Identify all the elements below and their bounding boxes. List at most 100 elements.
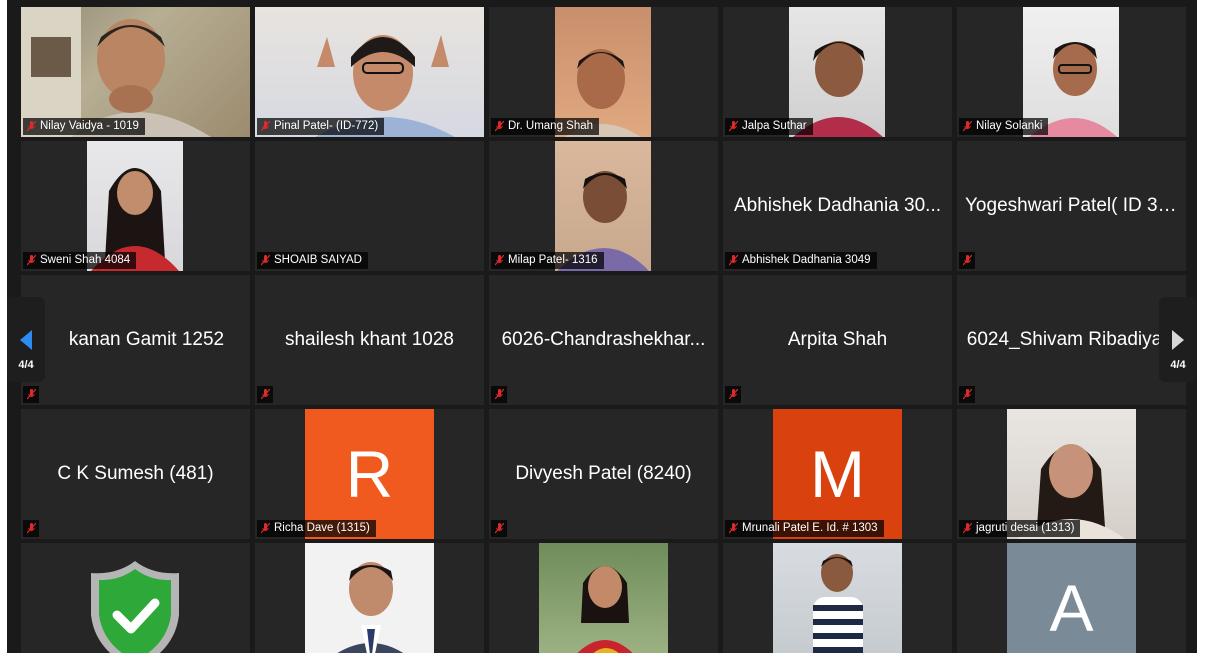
muted-mic-icon <box>27 255 36 266</box>
participant-display-name: 6026-Chandrashekhar... <box>501 329 706 350</box>
participant-name: Nilay Solanki <box>976 120 1043 132</box>
participant-name-label: Mrunali Patel E. Id. # 1303 <box>725 520 884 537</box>
previous-page-button[interactable]: 4/4 <box>7 297 45 382</box>
participant-name: Sweni Shah 4084 <box>40 254 131 266</box>
muted-mic-icon <box>261 389 270 400</box>
participant-tile[interactable]: Arpita Shah <box>723 275 952 405</box>
participant-tile[interactable]: M Mrunali Patel E. Id. # 1303 <box>723 409 952 539</box>
participant-tile[interactable] <box>21 543 250 653</box>
participant-name-label: jagruti desai (1313) <box>959 520 1081 537</box>
participant-name: Abhishek Dadhania 3049 <box>742 254 871 266</box>
participant-tile[interactable]: Nilay Solanki <box>957 7 1186 137</box>
participant-name: Pinal Patel- (ID-772) <box>274 120 379 132</box>
participant-name-label: Dr. Umang Shah <box>491 118 600 135</box>
muted-mic-icon <box>729 121 738 132</box>
muted-mic-icon <box>963 255 972 266</box>
participant-name: SHOAIB SAIYAD <box>274 254 362 266</box>
participant-video <box>539 543 668 653</box>
participant-name-label: Richa Dave (1315) <box>257 520 376 537</box>
participant-name-label <box>23 386 39 403</box>
participant-tile[interactable]: 6026-Chandrashekhar... <box>489 275 718 405</box>
participant-tile[interactable] <box>255 543 484 653</box>
participant-name: Jalpa Suthar <box>742 120 807 132</box>
muted-mic-icon <box>27 523 36 534</box>
participant-display-name: Divyesh Patel (8240) <box>515 463 692 484</box>
page-indicator: 4/4 <box>18 359 34 371</box>
participant-tile[interactable]: Yogeshwari Patel( ID 31... <box>957 141 1186 271</box>
participant-name-label <box>257 386 273 403</box>
participant-tile[interactable]: Nilay Vaidya - 1019 <box>21 7 250 137</box>
participant-name-label: Pinal Patel- (ID-772) <box>257 118 385 135</box>
participant-display-name: 6024_Shivam Ribadiya <box>966 329 1163 350</box>
participant-name-label <box>491 520 507 537</box>
person-video-image <box>337 562 404 653</box>
participant-video <box>305 543 434 653</box>
participant-name: jagruti desai (1313) <box>976 522 1075 534</box>
participant-display-name: Yogeshwari Patel( ID 31... <box>965 195 1184 216</box>
participant-tile[interactable] <box>723 543 952 653</box>
participant-tile[interactable]: Abhishek Dadhania 30... Abhishek Dadhani… <box>723 141 952 271</box>
participant-display-name: shailesh khant 1028 <box>284 329 454 350</box>
participant-display-name: kanan Gamit 1252 <box>68 329 225 350</box>
participant-name-label <box>491 386 507 403</box>
muted-mic-icon <box>495 255 504 266</box>
participant-tile[interactable]: Dr. Umang Shah <box>489 7 718 137</box>
participant-name-label <box>959 386 975 403</box>
participant-tile[interactable]: SHOAIB SAIYAD <box>255 141 484 271</box>
muted-mic-icon <box>27 121 36 132</box>
person-video-image <box>813 554 863 653</box>
participant-name: Mrunali Patel E. Id. # 1303 <box>742 522 878 534</box>
participant-name: Nilay Vaidya - 1019 <box>40 120 139 132</box>
muted-mic-icon <box>963 389 972 400</box>
participant-tile[interactable]: jagruti desai (1313) <box>957 409 1186 539</box>
muted-mic-icon <box>261 523 270 534</box>
participant-name-label: Nilay Solanki <box>959 118 1049 135</box>
muted-mic-icon <box>495 389 504 400</box>
muted-mic-icon <box>261 255 270 266</box>
participant-tile[interactable]: Divyesh Patel (8240) <box>489 409 718 539</box>
participant-name-label: Nilay Vaidya - 1019 <box>23 118 145 135</box>
participant-name: Dr. Umang Shah <box>508 120 594 132</box>
participant-video <box>773 543 902 653</box>
muted-mic-icon <box>963 121 972 132</box>
participant-display-name: C K Sumesh (481) <box>57 463 214 484</box>
participant-tile[interactable]: A <box>957 543 1186 653</box>
participant-display-name: Arpita Shah <box>787 329 888 350</box>
person-video-image <box>577 566 633 653</box>
muted-mic-icon <box>495 523 504 534</box>
chevron-left-icon <box>20 330 32 350</box>
muted-mic-icon <box>261 121 270 132</box>
participant-name-label <box>725 386 741 403</box>
participant-name-label: Jalpa Suthar <box>725 118 813 135</box>
participant-tile[interactable]: kanan Gamit 1252 <box>21 275 250 405</box>
chevron-right-icon <box>1172 330 1184 350</box>
participant-name-label: Abhishek Dadhania 3049 <box>725 252 877 269</box>
muted-mic-icon <box>729 523 738 534</box>
muted-mic-icon <box>495 121 504 132</box>
participant-display-name: Abhishek Dadhania 30... <box>733 195 942 216</box>
participant-name-label: SHOAIB SAIYAD <box>257 252 368 269</box>
participant-tile[interactable]: 6024_Shivam Ribadiya <box>957 275 1186 405</box>
muted-mic-icon <box>963 523 972 534</box>
participant-tile[interactable]: C K Sumesh (481) <box>21 409 250 539</box>
participant-tile[interactable] <box>489 543 718 653</box>
page-indicator: 4/4 <box>1170 359 1186 371</box>
video-gallery: Nilay Vaidya - 1019 Pinal Patel- (ID-772… <box>7 0 1197 653</box>
participant-tile[interactable]: Milap Patel- 1316 <box>489 141 718 271</box>
muted-mic-icon <box>729 389 738 400</box>
muted-mic-icon <box>27 389 36 400</box>
participant-name-label: Sweni Shah 4084 <box>23 252 137 269</box>
next-page-button[interactable]: 4/4 <box>1159 297 1197 382</box>
participant-name: Milap Patel- 1316 <box>508 254 598 266</box>
participant-tile[interactable]: Jalpa Suthar <box>723 7 952 137</box>
shield-check-icon <box>91 561 179 653</box>
participant-tile[interactable]: R Richa Dave (1315) <box>255 409 484 539</box>
participant-name: Richa Dave (1315) <box>274 522 370 534</box>
muted-mic-icon <box>729 255 738 266</box>
participant-tile[interactable]: shailesh khant 1028 <box>255 275 484 405</box>
participant-name-label <box>959 252 975 269</box>
participant-tile[interactable]: Pinal Patel- (ID-772) <box>255 7 484 137</box>
participant-tile[interactable]: Sweni Shah 4084 <box>21 141 250 271</box>
participant-name-label <box>23 520 39 537</box>
participant-name-label: Milap Patel- 1316 <box>491 252 604 269</box>
